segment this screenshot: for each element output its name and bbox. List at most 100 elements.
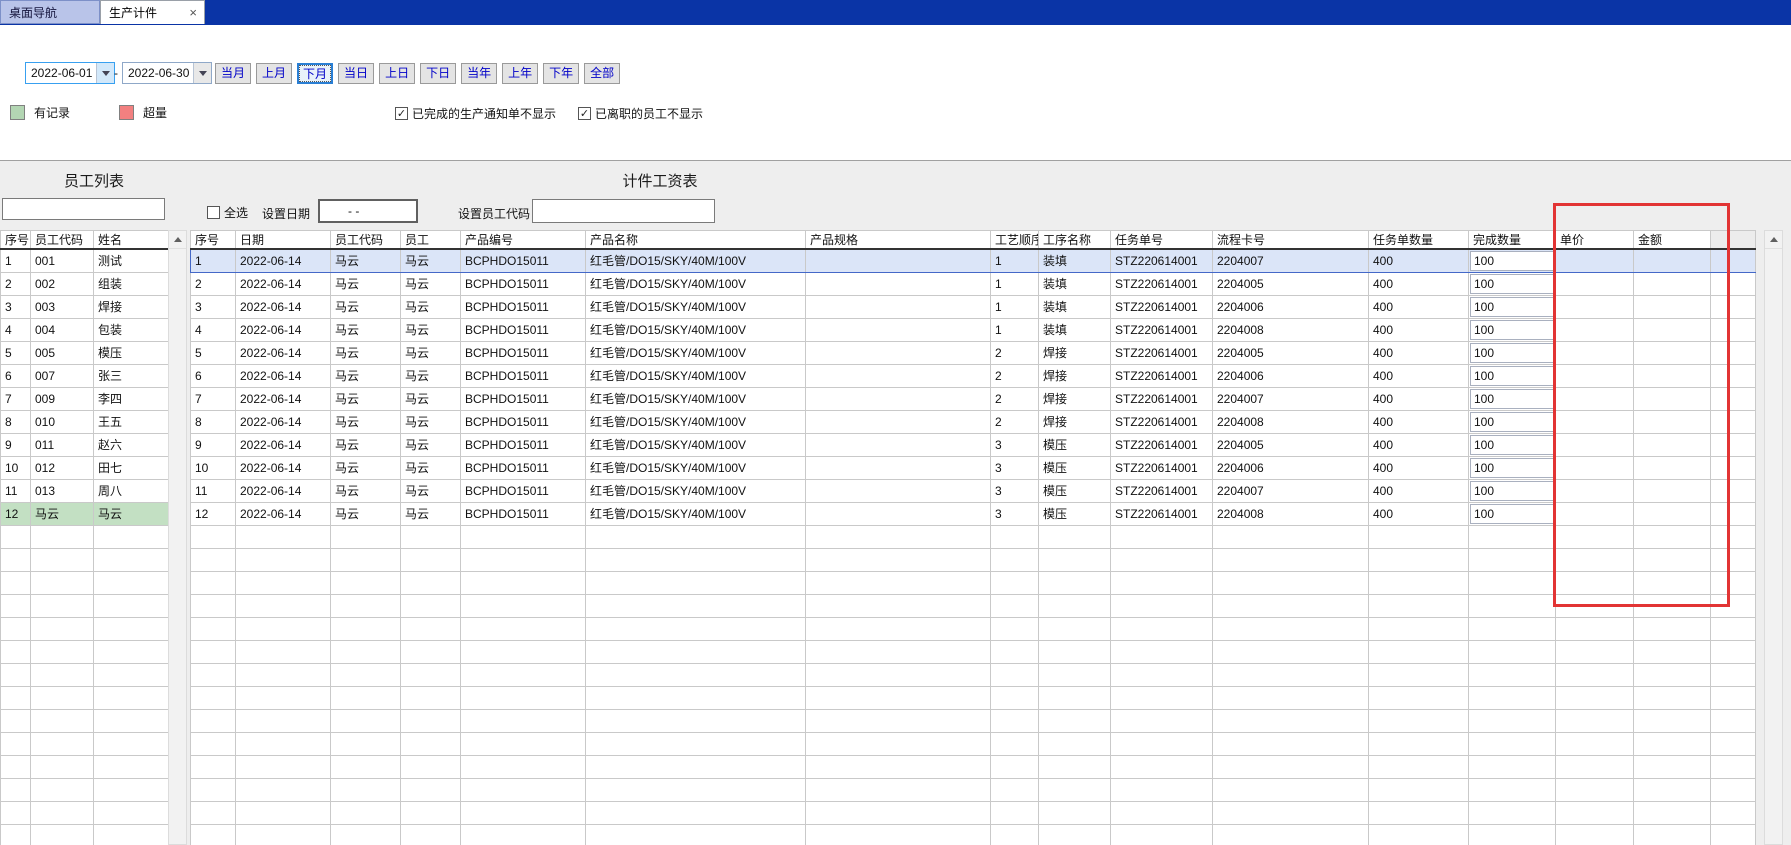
range-button[interactable]: 下年 (543, 63, 579, 84)
employee-row-empty[interactable] (1, 778, 169, 801)
column-header[interactable]: 员工 (401, 231, 461, 250)
set-employee-code-input[interactable] (532, 199, 715, 223)
column-header[interactable]: 金额 (1634, 231, 1711, 250)
employee-row-empty[interactable] (1, 686, 169, 709)
wage-row[interactable]: 62022-06-14马云马云BCPHDO15011红毛管/DO15/SKY/4… (191, 364, 1756, 387)
wage-row-empty[interactable] (191, 686, 1756, 709)
done-qty-input[interactable]: 100 (1470, 251, 1554, 271)
wage-row[interactable]: 92022-06-14马云马云BCPHDO15011红毛管/DO15/SKY/4… (191, 433, 1756, 456)
column-header[interactable]: 单价 (1556, 231, 1634, 250)
wage-row[interactable]: 22022-06-14马云马云BCPHDO15011红毛管/DO15/SKY/4… (191, 272, 1756, 295)
scroll-up-icon[interactable] (1765, 231, 1782, 249)
employee-row-empty[interactable] (1, 548, 169, 571)
column-header[interactable]: 完成数量 (1469, 231, 1556, 250)
column-header[interactable]: 任务单号 (1111, 231, 1213, 250)
employee-row-empty[interactable] (1, 824, 169, 845)
done-qty-input[interactable]: 100 (1470, 320, 1554, 340)
employee-row-empty[interactable] (1, 571, 169, 594)
employee-row[interactable]: 5005模压 (1, 341, 169, 364)
column-header[interactable]: 工序名称 (1039, 231, 1111, 250)
employee-filter-input[interactable] (2, 198, 165, 220)
employee-row[interactable]: 10012田七 (1, 456, 169, 479)
range-button[interactable]: 当年 (461, 63, 497, 84)
employee-row[interactable]: 7009李四 (1, 387, 169, 410)
column-header[interactable]: 序号 (1, 231, 31, 250)
column-header[interactable]: 工艺顺序 (991, 231, 1039, 250)
tab-production-piecework[interactable]: 生产计件 × (100, 0, 205, 24)
done-qty-input[interactable]: 100 (1470, 389, 1554, 409)
employee-row-empty[interactable] (1, 594, 169, 617)
wage-row[interactable]: 112022-06-14马云马云BCPHDO15011红毛管/DO15/SKY/… (191, 479, 1756, 502)
range-button[interactable]: 下月 (297, 63, 333, 84)
employee-row[interactable]: 8010王五 (1, 410, 169, 433)
done-qty-input[interactable]: 100 (1470, 366, 1554, 386)
wage-row-empty[interactable] (191, 617, 1756, 640)
done-qty-input[interactable]: 100 (1470, 274, 1554, 294)
done-qty-input[interactable]: 100 (1470, 504, 1554, 524)
wage-row-empty[interactable] (191, 594, 1756, 617)
employee-scrollbar[interactable] (168, 230, 187, 845)
wage-row-empty[interactable] (191, 801, 1756, 824)
done-qty-input[interactable]: 100 (1470, 435, 1554, 455)
employee-row[interactable]: 4004包装 (1, 318, 169, 341)
range-button[interactable]: 上年 (502, 63, 538, 84)
range-button[interactable]: 上月 (256, 63, 292, 84)
wage-row[interactable]: 52022-06-14马云马云BCPHDO15011红毛管/DO15/SKY/4… (191, 341, 1756, 364)
employee-row-empty[interactable] (1, 663, 169, 686)
date-from-combobox[interactable]: 2022-06-01 (25, 62, 115, 84)
wage-row-empty[interactable] (191, 571, 1756, 594)
column-header[interactable]: 员工代码 (331, 231, 401, 250)
close-tab-icon[interactable]: × (189, 1, 197, 25)
employee-row-empty[interactable] (1, 801, 169, 824)
wage-row-empty[interactable] (191, 663, 1756, 686)
range-button[interactable]: 上日 (379, 63, 415, 84)
range-button[interactable]: 当月 (215, 63, 251, 84)
column-header[interactable]: 产品规格 (806, 231, 991, 250)
wage-row-empty[interactable] (191, 548, 1756, 571)
date-from-dropdown-icon[interactable] (96, 63, 114, 83)
done-qty-input[interactable]: 100 (1470, 458, 1554, 478)
done-qty-input[interactable]: 100 (1470, 297, 1554, 317)
column-header[interactable]: 产品名称 (586, 231, 806, 250)
wage-row-empty[interactable] (191, 732, 1756, 755)
range-button[interactable]: 全部 (584, 63, 620, 84)
column-header[interactable]: 流程卡号 (1213, 231, 1369, 250)
wage-row-empty[interactable] (191, 640, 1756, 663)
scroll-up-icon[interactable] (169, 231, 186, 249)
column-header[interactable]: 员工代码 (31, 231, 94, 250)
employee-row[interactable]: 2002组装 (1, 272, 169, 295)
employee-row[interactable]: 9011赵六 (1, 433, 169, 456)
employee-row-empty[interactable] (1, 640, 169, 663)
employee-row[interactable]: 11013周八 (1, 479, 169, 502)
column-header[interactable]: 序号 (191, 231, 236, 250)
tab-desktop-navigation[interactable]: 桌面导航 (0, 0, 100, 24)
range-button[interactable]: 当日 (338, 63, 374, 84)
select-all-checkbox[interactable] (207, 206, 220, 219)
wage-row-empty[interactable] (191, 824, 1756, 845)
column-header[interactable]: 日期 (236, 231, 331, 250)
done-qty-input[interactable]: 100 (1470, 412, 1554, 432)
date-to-dropdown-icon[interactable] (193, 63, 211, 83)
hide-resigned-checkbox[interactable]: ✓ (578, 107, 591, 120)
employee-row[interactable]: 6007张三 (1, 364, 169, 387)
column-header[interactable]: 任务单数量 (1369, 231, 1469, 250)
hide-finished-checkbox[interactable]: ✓ (395, 107, 408, 120)
employee-row[interactable]: 12马云马云 (1, 502, 169, 525)
employee-row-empty[interactable] (1, 617, 169, 640)
employee-row-empty[interactable] (1, 755, 169, 778)
date-to-combobox[interactable]: 2022-06-30 (122, 62, 212, 84)
wage-row[interactable]: 72022-06-14马云马云BCPHDO15011红毛管/DO15/SKY/4… (191, 387, 1756, 410)
wage-row-empty[interactable] (191, 755, 1756, 778)
wage-row[interactable]: 12022-06-14马云马云BCPHDO15011红毛管/DO15/SKY/4… (191, 249, 1756, 272)
wage-scrollbar[interactable] (1764, 230, 1783, 845)
employee-row-empty[interactable] (1, 525, 169, 548)
done-qty-input[interactable]: 100 (1470, 481, 1554, 501)
wage-row[interactable]: 122022-06-14马云马云BCPHDO15011红毛管/DO15/SKY/… (191, 502, 1756, 525)
wage-row[interactable]: 32022-06-14马云马云BCPHDO15011红毛管/DO15/SKY/4… (191, 295, 1756, 318)
wage-row[interactable]: 42022-06-14马云马云BCPHDO15011红毛管/DO15/SKY/4… (191, 318, 1756, 341)
wage-row-empty[interactable] (191, 778, 1756, 801)
done-qty-input[interactable]: 100 (1470, 343, 1554, 363)
range-button[interactable]: 下日 (420, 63, 456, 84)
column-header[interactable]: 姓名 (94, 231, 169, 250)
employee-row[interactable]: 1001测试 (1, 249, 169, 272)
